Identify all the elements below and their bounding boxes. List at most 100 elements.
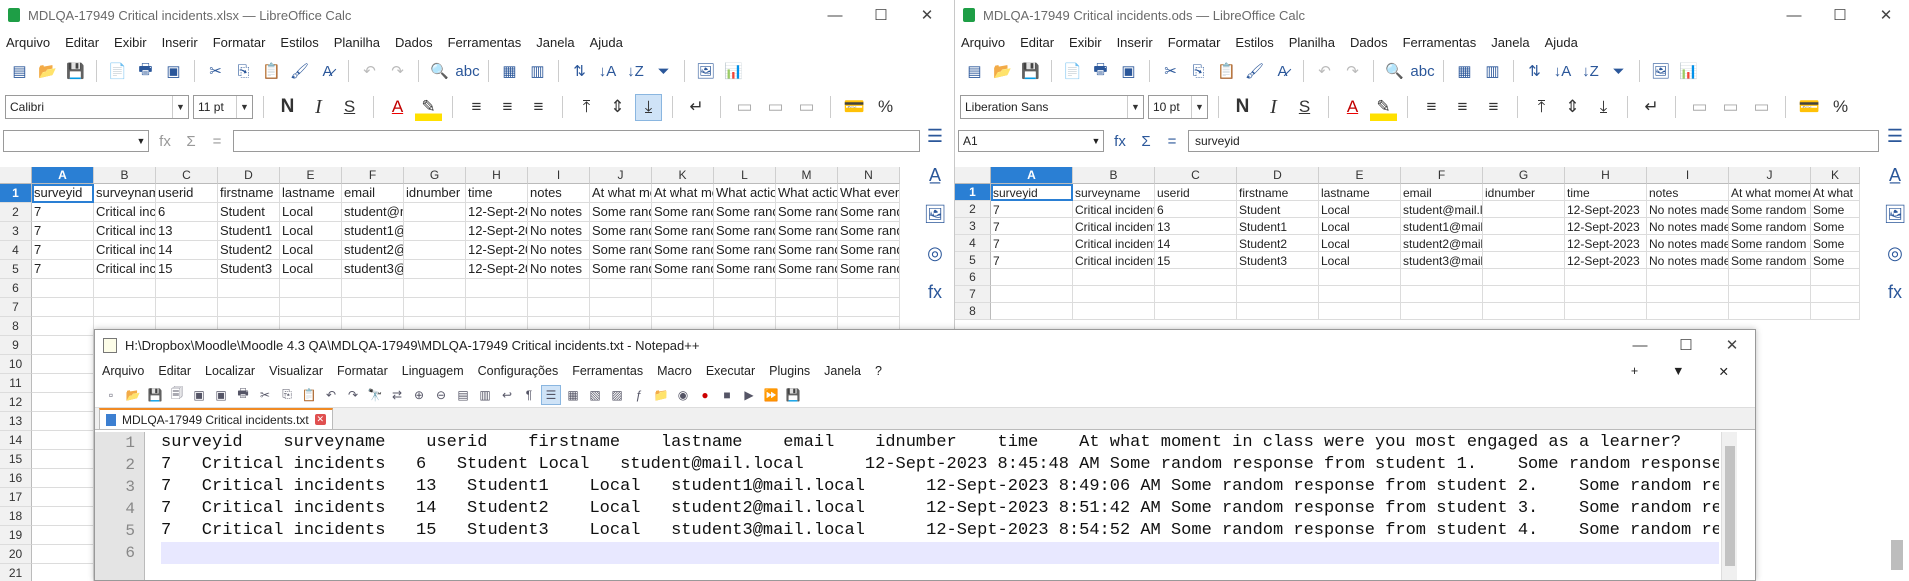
cell-d2[interactable]: Student — [218, 203, 280, 222]
column-header-c[interactable]: C — [1155, 167, 1237, 184]
column-header-g[interactable]: G — [404, 167, 466, 184]
find-icon[interactable]: 🔭 — [365, 385, 385, 405]
cell-c1[interactable]: userid — [1155, 184, 1237, 201]
menu-executar[interactable]: Executar — [706, 364, 755, 378]
undo-icon[interactable]: ↶ — [321, 385, 341, 405]
cell-a3[interactable]: 7 — [32, 222, 94, 241]
cell-a12[interactable] — [32, 393, 94, 412]
cell-d1[interactable]: firstname — [218, 184, 280, 203]
close-tab-icon[interactable]: ✕ — [1719, 364, 1729, 379]
cell-a19[interactable] — [32, 526, 94, 545]
cell-c4[interactable]: 14 — [1155, 235, 1237, 252]
cell-k1[interactable]: At what moment — [652, 184, 714, 203]
row-header-15[interactable]: 15 — [0, 450, 32, 469]
cell-f2[interactable]: student@mail.local — [1401, 201, 1483, 218]
italic-icon[interactable]: I — [1260, 94, 1287, 121]
cell-i4[interactable]: No notes made — [1647, 235, 1729, 252]
cell-b1[interactable]: surveyname — [94, 184, 156, 203]
cell-e2[interactable]: Local — [280, 203, 342, 222]
align-bottom-icon[interactable]: ⤓ — [1590, 94, 1617, 121]
row-icon[interactable]: ▦ — [496, 58, 523, 85]
styles-icon[interactable]: A̲ — [929, 165, 941, 186]
cell-g1[interactable]: idnumber — [1483, 184, 1565, 201]
menu-ferramentas[interactable]: Ferramentas — [448, 35, 522, 50]
sum-icon[interactable]: Σ — [1136, 133, 1156, 150]
cell-c3[interactable]: 13 — [156, 222, 218, 241]
new-doc-icon[interactable]: ▤ — [6, 58, 33, 85]
autofilter-icon[interactable]: ⏷ — [1605, 58, 1632, 85]
cell-k3[interactable]: Some random — [652, 222, 714, 241]
column-header-i[interactable]: I — [1647, 167, 1729, 184]
column-icon[interactable]: ▥ — [524, 58, 551, 85]
cell-a8[interactable] — [32, 317, 94, 336]
save-macro-icon[interactable]: 💾 — [783, 385, 803, 405]
current-line[interactable] — [161, 542, 1719, 564]
cell-i7[interactable] — [528, 298, 590, 317]
align-center-icon[interactable]: ≡ — [494, 94, 521, 121]
cell-j7[interactable] — [590, 298, 652, 317]
insert-chart-icon[interactable]: 📊 — [1675, 58, 1702, 85]
cell-b2[interactable]: Critical incidents — [94, 203, 156, 222]
cell-c8[interactable] — [1155, 303, 1237, 320]
new-file-icon[interactable]: ▫ — [101, 385, 121, 405]
cell-g7[interactable] — [1483, 286, 1565, 303]
cell-n3[interactable]: Some random — [838, 222, 900, 241]
menu-formatar[interactable]: Formatar — [337, 364, 388, 378]
column-header-k[interactable]: K — [652, 167, 714, 184]
merge-center-icon[interactable]: ▭ — [793, 94, 820, 121]
row-header-10[interactable]: 10 — [0, 355, 32, 374]
cell-a9[interactable] — [32, 336, 94, 355]
font-size-select[interactable]: 10 pt ▼ — [1148, 95, 1208, 119]
cell-g6[interactable] — [1483, 269, 1565, 286]
cell-k1[interactable]: At what — [1811, 184, 1860, 201]
zoom-out-icon[interactable]: ⊖ — [431, 385, 451, 405]
row-header-7[interactable]: 7 — [955, 286, 991, 303]
column-header-c[interactable]: C — [156, 167, 218, 184]
cell-k4[interactable]: Some random — [652, 241, 714, 260]
cell-b5[interactable]: Critical incidents — [94, 260, 156, 279]
row-header-8[interactable]: 8 — [955, 303, 991, 320]
cell-c3[interactable]: 13 — [1155, 218, 1237, 235]
print-icon[interactable]: 🖶 — [132, 58, 159, 85]
minimize-button[interactable]: — — [812, 7, 858, 24]
cell-e1[interactable]: lastname — [1319, 184, 1401, 201]
gallery-icon[interactable]: 🖼 — [1884, 204, 1907, 225]
menu-arquivo[interactable]: Arquivo — [6, 35, 50, 50]
cell-c5[interactable]: 15 — [156, 260, 218, 279]
column-header-k[interactable]: K — [1811, 167, 1860, 184]
column-header-e[interactable]: E — [280, 167, 342, 184]
cell-e3[interactable]: Local — [280, 222, 342, 241]
cell-e5[interactable]: Local — [1319, 252, 1401, 269]
cell-h7[interactable] — [1565, 286, 1647, 303]
row-header-5[interactable]: 5 — [0, 260, 32, 279]
cell-b7[interactable] — [94, 298, 156, 317]
align-left-icon[interactable]: ≡ — [1418, 94, 1445, 121]
cell-f4[interactable]: student2@mail.local — [342, 241, 404, 260]
cell-h7[interactable] — [466, 298, 528, 317]
menu-inserir[interactable]: Inserir — [162, 35, 198, 50]
column-header-f[interactable]: F — [1401, 167, 1483, 184]
functions-icon[interactable]: fx — [928, 282, 942, 303]
cell-e7[interactable] — [280, 298, 342, 317]
menu-ajuda[interactable]: Ajuda — [590, 35, 623, 50]
menu-help[interactable]: ? — [875, 364, 882, 378]
cell-b5[interactable]: Critical incidents — [1073, 252, 1155, 269]
cell-b8[interactable] — [1073, 303, 1155, 320]
paste-icon[interactable]: 📋 — [1213, 58, 1240, 85]
cell-n5[interactable]: Some random — [838, 260, 900, 279]
column-icon[interactable]: ▥ — [1479, 58, 1506, 85]
redo-icon[interactable]: ↷ — [343, 385, 363, 405]
cell-l2[interactable]: Some random — [714, 203, 776, 222]
doc-map-icon[interactable]: ▧ — [585, 385, 605, 405]
sync-v-icon[interactable]: ▤ — [453, 385, 473, 405]
name-box[interactable]: ▼ — [3, 130, 149, 152]
percent-format-icon[interactable]: % — [872, 94, 899, 121]
cell-a2[interactable]: 7 — [32, 203, 94, 222]
minimize-button[interactable]: — — [1617, 337, 1663, 354]
currency-format-icon[interactable]: 💳 — [1796, 94, 1823, 121]
cell-a16[interactable] — [32, 469, 94, 488]
undo-icon[interactable]: ↶ — [356, 58, 383, 85]
menu-macro[interactable]: Macro — [657, 364, 692, 378]
properties-icon[interactable]: ☰ — [1887, 126, 1903, 147]
cell-h6[interactable] — [1565, 269, 1647, 286]
